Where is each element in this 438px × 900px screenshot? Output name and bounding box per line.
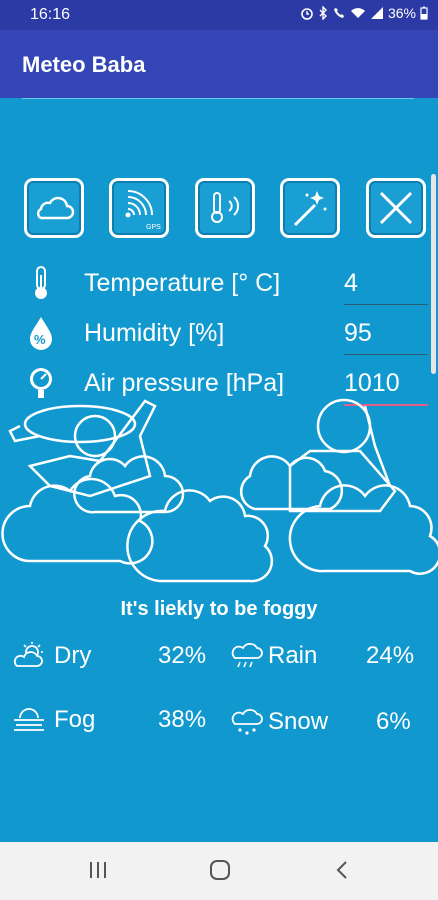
magic-wand-icon — [293, 191, 327, 227]
girl-face — [73, 414, 117, 458]
bluetooth-icon — [319, 6, 327, 20]
forecast-item-fog: Fog 38% — [12, 702, 212, 738]
rain-label: Rain — [268, 642, 318, 669]
humidity-underline — [344, 354, 428, 355]
status-icons: 36% — [300, 5, 428, 21]
rain-cloud-icon — [231, 642, 263, 668]
snow-label: Snow — [268, 708, 329, 735]
status-bar: 16:16 36% — [0, 0, 438, 30]
snow-value: 6% — [376, 708, 411, 735]
boy-face — [316, 398, 372, 454]
magic-button[interactable] — [280, 178, 340, 238]
forecast-item-snow: Snow 6% — [230, 704, 430, 740]
pressure-label: Air pressure [hPa] — [84, 369, 285, 397]
humidity-row: % Humidity [%] 95 — [0, 313, 438, 355]
weather-button[interactable] — [24, 178, 84, 238]
gps-signal-icon: GPS — [125, 190, 161, 231]
cloud-middle — [126, 489, 274, 583]
fog-value: 38% — [158, 706, 207, 733]
gps-button[interactable]: GPS — [109, 178, 169, 238]
back-icon[interactable] — [334, 858, 350, 882]
thermometer-sensor-icon — [211, 192, 240, 223]
close-icon — [379, 191, 413, 225]
gps-label: GPS — [146, 224, 161, 231]
wifi-call-icon — [333, 8, 344, 18]
cloud-right-top — [239, 455, 344, 511]
cloud-icon — [37, 196, 75, 220]
system-nav-bar — [0, 842, 438, 900]
humidity-input[interactable]: 95 — [344, 319, 372, 348]
divider — [22, 98, 414, 99]
home-icon[interactable] — [208, 858, 232, 882]
humidity-label: Humidity [%] — [84, 319, 225, 347]
pressure-input[interactable]: 1010 — [344, 369, 400, 398]
battery-percent: 36% — [387, 5, 416, 21]
rain-value: 24% — [366, 642, 415, 669]
temperature-input[interactable]: 4 — [344, 269, 358, 298]
fog-icon — [14, 708, 44, 731]
main-content[interactable]: GPS Temperature [° C] 4 % Humidity [%] 9… — [0, 98, 438, 842]
forecast-item-rain: Rain 24% — [230, 638, 430, 674]
app-bar: Meteo Baba — [0, 30, 438, 98]
battery-icon — [420, 6, 428, 20]
dry-value: 32% — [158, 642, 207, 669]
recent-apps-icon[interactable] — [88, 858, 108, 882]
temperature-underline — [344, 304, 428, 305]
alarm-icon — [301, 8, 313, 20]
forecast-item-dry: Dry 32% — [12, 638, 212, 674]
signal-icon — [370, 7, 383, 19]
close-button[interactable] — [366, 178, 426, 238]
temperature-label: Temperature [° C] — [84, 269, 281, 297]
sun-cloud-icon — [13, 642, 43, 667]
fog-label: Fog — [54, 706, 96, 733]
cloud-right — [288, 484, 438, 575]
thermometer-icon — [35, 266, 47, 299]
weather-illustration — [1, 398, 438, 583]
humidity-drop-icon: % — [30, 317, 52, 350]
status-time: 16:16 — [30, 6, 71, 23]
temperature-row: Temperature [° C] 4 — [0, 263, 438, 305]
sensor-button[interactable] — [195, 178, 255, 238]
svg-text:%: % — [34, 332, 46, 347]
app-title: Meteo Baba — [22, 52, 146, 77]
wifi-icon — [350, 8, 365, 18]
forecast-headline: It's liekly to be foggy — [120, 598, 318, 620]
snow-cloud-icon — [231, 708, 263, 735]
dry-label: Dry — [54, 642, 92, 669]
